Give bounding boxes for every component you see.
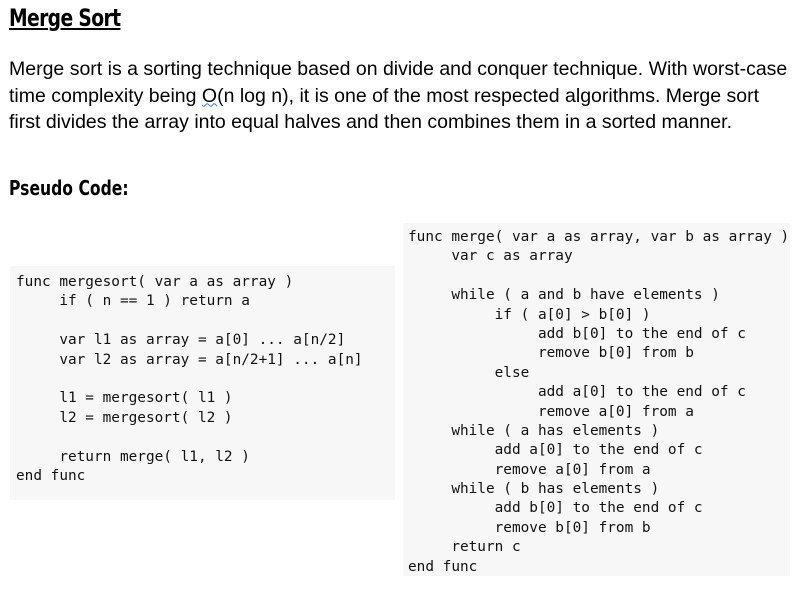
code-line: var l2 as array = a[n/2+1] ... a[n] [16, 351, 363, 368]
code-line: func merge( var a as array, var b as arr… [408, 229, 790, 245]
code-line: add b[0] to the end of c [408, 500, 703, 517]
code-line: remove a[0] from a [408, 403, 694, 420]
code-line: end func [408, 558, 478, 575]
code-line: func mergesort( var a as array ) [16, 274, 294, 290]
code-line: add a[0] to the end of c [408, 442, 703, 459]
code-line: var c as array [408, 248, 573, 265]
code-line: add a[0] to the end of c [408, 384, 746, 401]
code-line: while ( a has elements ) [408, 422, 660, 439]
code-line: var l1 as array = a[0] ... a[n/2] [16, 332, 346, 349]
code-line: if ( a[0] > b[0] ) [408, 306, 651, 323]
code-line: else [408, 364, 530, 381]
code-line: end func [16, 467, 86, 484]
code-line: if ( n == 1 ) return a [16, 293, 250, 310]
code-line: l1 = mergesort( l1 ) [16, 390, 233, 407]
code-line: remove a[0] from a [408, 461, 651, 478]
code-line: remove b[0] from b [408, 345, 694, 362]
code-line: while ( b has elements ) [408, 481, 660, 498]
code-line: return c [408, 539, 521, 556]
code-line: add b[0] to the end of c [408, 325, 746, 342]
code-line: remove b[0] from b [408, 519, 651, 536]
page-title: Merge Sort [9, 4, 121, 32]
merge-code-block: func merge( var a as array, var b as arr… [403, 223, 790, 576]
code-line: while ( a and b have elements ) [408, 287, 720, 304]
intro-paragraph: Merge sort is a sorting technique based … [9, 56, 793, 136]
mergesort-code-block: func mergesort( var a as array ) if ( n … [10, 266, 395, 500]
code-line: return merge( l1, l2 ) [16, 448, 250, 465]
section-heading: Pseudo Code: [9, 176, 129, 200]
spellcheck-word: O [201, 84, 218, 107]
code-line: l2 = mergesort( l2 ) [16, 409, 233, 426]
